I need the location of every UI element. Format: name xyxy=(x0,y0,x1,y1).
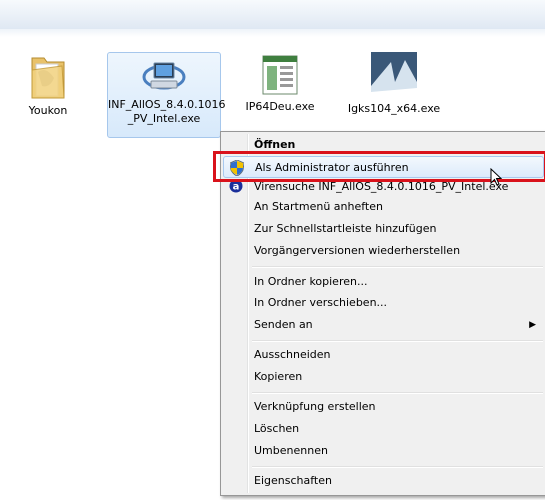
menu-item-label: Eigenschaften xyxy=(254,474,332,487)
menu-item-label: Umbenennen xyxy=(254,444,328,457)
menu-separator xyxy=(252,392,543,394)
svg-text:a: a xyxy=(233,182,240,193)
file-item-youkon[interactable]: Youkon xyxy=(20,52,76,118)
file-label: Youkon xyxy=(28,104,68,117)
menu-item-label: Kopieren xyxy=(254,370,303,383)
menu-item-pin-start[interactable]: An Startmenü anheften xyxy=(223,196,544,218)
menu-item-restore-previous[interactable]: Vorgängerversionen wiederherstellen xyxy=(223,240,544,262)
file-item-igks104[interactable]: Igks104_x64.exe xyxy=(346,52,442,116)
menu-item-label: Löschen xyxy=(254,422,300,435)
toolbar-shadow xyxy=(0,29,545,37)
setup-computer-icon xyxy=(142,62,186,90)
menu-item-label: In Ordner verschieben... xyxy=(254,296,388,309)
menu-item-cut[interactable]: Ausschneiden xyxy=(223,344,544,366)
menu-item-label: Ausschneiden xyxy=(254,348,331,361)
menu-item-label: Öffnen xyxy=(254,138,296,151)
menu-item-copy[interactable]: Kopieren xyxy=(223,366,544,388)
file-item-inf-allos[interactable]: INF_AllOS_8.4.0.1016 _PV_Intel.exe xyxy=(107,52,226,138)
file-label-line2: _PV_Intel.exe xyxy=(127,112,201,125)
intel-app-icon xyxy=(371,52,417,98)
mouse-cursor-icon xyxy=(490,168,502,186)
menu-separator xyxy=(252,466,543,468)
folder-icon xyxy=(31,57,65,99)
menu-item-delete[interactable]: Löschen xyxy=(223,418,544,440)
menu-item-label: Zur Schnellstartleiste hinzufügen xyxy=(254,222,437,235)
menu-item-create-shortcut[interactable]: Verknüpfung erstellen xyxy=(223,396,544,418)
menu-item-copy-to-folder[interactable]: In Ordner kopieren... xyxy=(223,271,544,293)
file-label-line1: INF_AllOS_8.4.0.1016 xyxy=(108,98,226,111)
menu-item-add-quicklaunch[interactable]: Zur Schnellstartleiste hinzufügen xyxy=(223,218,544,240)
file-label: IP64Deu.exe xyxy=(245,100,315,113)
menu-item-rename[interactable]: Umbenennen xyxy=(223,440,544,462)
file-label: Igks104_x64.exe xyxy=(347,102,441,115)
menu-item-label: Senden an xyxy=(254,318,313,331)
menu-separator xyxy=(252,266,543,268)
menu-item-send-to[interactable]: Senden an ▶ xyxy=(223,314,544,336)
menu-item-label: Verknüpfung erstellen xyxy=(254,400,376,413)
window-app-icon xyxy=(262,55,298,95)
explorer-toolbar xyxy=(0,0,545,30)
menu-separator xyxy=(252,340,543,342)
menu-item-label: In Ordner kopieren... xyxy=(254,275,368,288)
file-item-ip64deu[interactable]: IP64Deu.exe xyxy=(242,52,318,114)
submenu-arrow-icon: ▶ xyxy=(529,320,536,330)
menu-item-label: An Startmenü anheften xyxy=(254,200,383,213)
menu-item-properties[interactable]: Eigenschaften xyxy=(223,470,544,492)
menu-item-move-to-folder[interactable]: In Ordner verschieben... xyxy=(223,292,544,314)
menu-item-label: Vorgängerversionen wiederherstellen xyxy=(254,244,461,257)
